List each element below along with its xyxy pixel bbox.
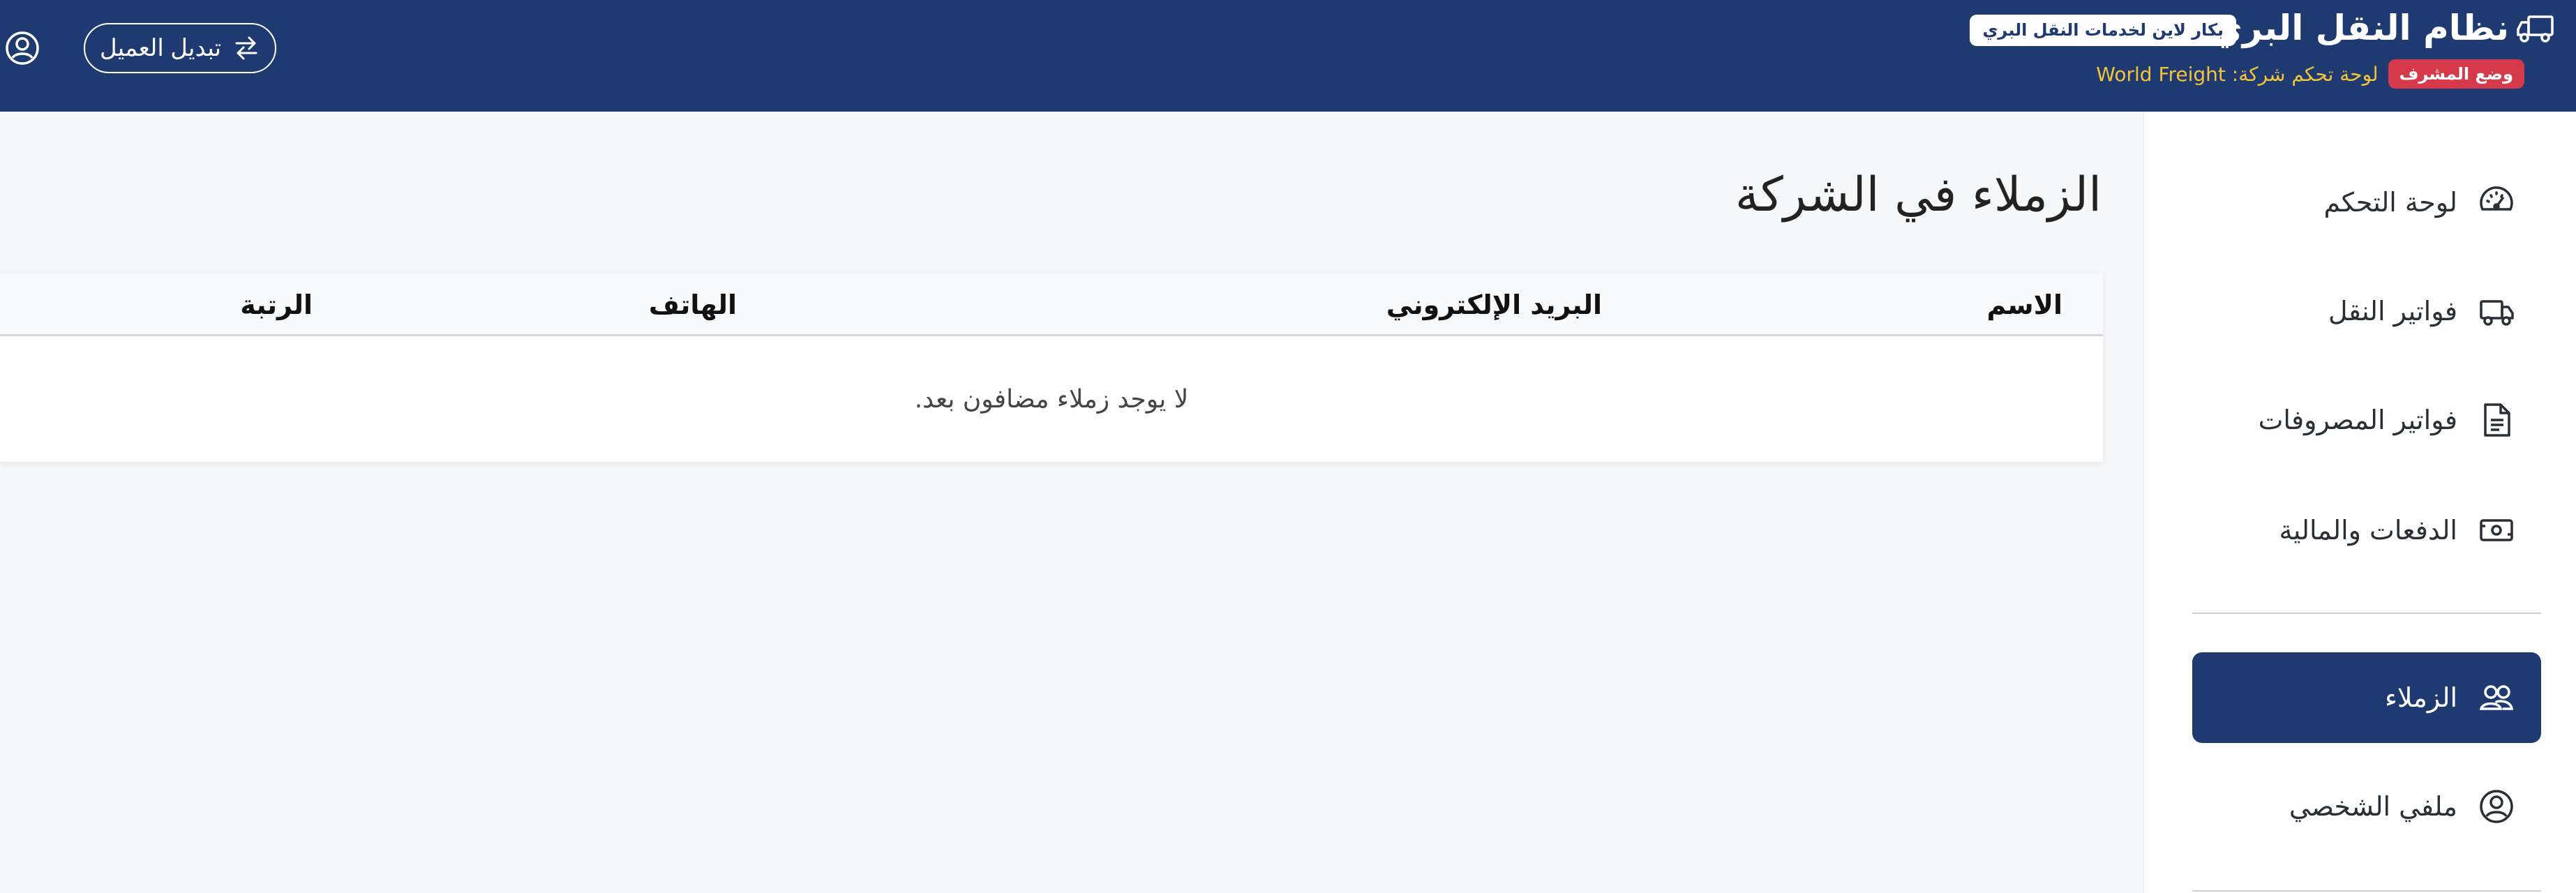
empty-state-message: لا يوجد زملاء مضافون بعد. — [914, 384, 1189, 414]
sidebar-item-dashboard[interactable]: لوحة التحكم — [2192, 157, 2541, 248]
sidebar-item-label: الزملاء — [2385, 682, 2457, 713]
sidebar-item-label: ملفي الشخصي — [2289, 791, 2457, 822]
column-header-rank[interactable]: الرتبة — [240, 273, 313, 336]
sidebar-item-payments-finance[interactable]: الدفعات والمالية — [2192, 485, 2541, 576]
sidebar-item-expense-invoices[interactable]: فواتير المصروفات — [2192, 375, 2541, 465]
sidebar-item-label: الدفعات والمالية — [2279, 515, 2457, 546]
sidebar-item-label: فواتير النقل — [2328, 296, 2457, 327]
dashboard-company-text: لوحة تحكم شركة: World Freight — [2096, 62, 2379, 86]
page-title: الزملاء في الشركة — [1735, 167, 2102, 223]
subheader: وضع المشرف لوحة تحكم شركة: World Freight — [2096, 59, 2524, 89]
column-header-phone[interactable]: الهاتف — [649, 273, 737, 336]
user-menu-icon[interactable] — [4, 30, 40, 66]
app-root: نظام النقل البري بكار لاين لخدمات النقل … — [0, 0, 2576, 893]
sidebar-item-label: فواتير المصروفات — [2258, 405, 2457, 435]
sidebar-divider — [2192, 613, 2541, 614]
truck-icon — [2517, 15, 2554, 43]
sidebar-item-label: لوحة التحكم — [2323, 187, 2457, 218]
sidebar-divider — [2192, 890, 2541, 892]
sidebar: لوحة التحكم فواتير النقل فواتير المصروفا… — [2143, 112, 2576, 893]
app-title: نظام النقل البري — [2210, 8, 2509, 48]
column-header-name[interactable]: الاسم — [1987, 273, 2063, 336]
sidebar-item-profile[interactable]: ملفي الشخصي — [2192, 761, 2541, 852]
sidebar-item-colleagues[interactable]: الزملاء — [2192, 652, 2541, 743]
colleagues-table: الاسم البريد الإلكتروني الهاتف الرتبة لا… — [0, 273, 2103, 462]
top-bar: نظام النقل البري بكار لاين لخدمات النقل … — [0, 0, 2576, 112]
switch-client-label: تبديل العميل — [99, 35, 222, 61]
speedometer-icon — [2480, 186, 2513, 211]
swap-arrows-icon — [235, 36, 257, 60]
switch-client-button[interactable]: تبديل العميل — [84, 23, 276, 73]
user-circle-icon — [2480, 790, 2513, 823]
truck-icon — [2480, 300, 2514, 326]
table-header: الاسم البريد الإلكتروني الهاتف الرتبة — [0, 273, 2103, 336]
people-icon — [2479, 685, 2514, 710]
column-header-email[interactable]: البريد الإلكتروني — [1386, 273, 1602, 336]
company-name-pill: بكار لاين لخدمات النقل البري — [1970, 15, 2236, 46]
sidebar-item-transport-invoices[interactable]: فواتير النقل — [2192, 266, 2541, 357]
cash-icon — [2480, 519, 2513, 541]
admin-mode-badge: وضع المشرف — [2388, 59, 2524, 89]
document-icon — [2484, 403, 2510, 437]
